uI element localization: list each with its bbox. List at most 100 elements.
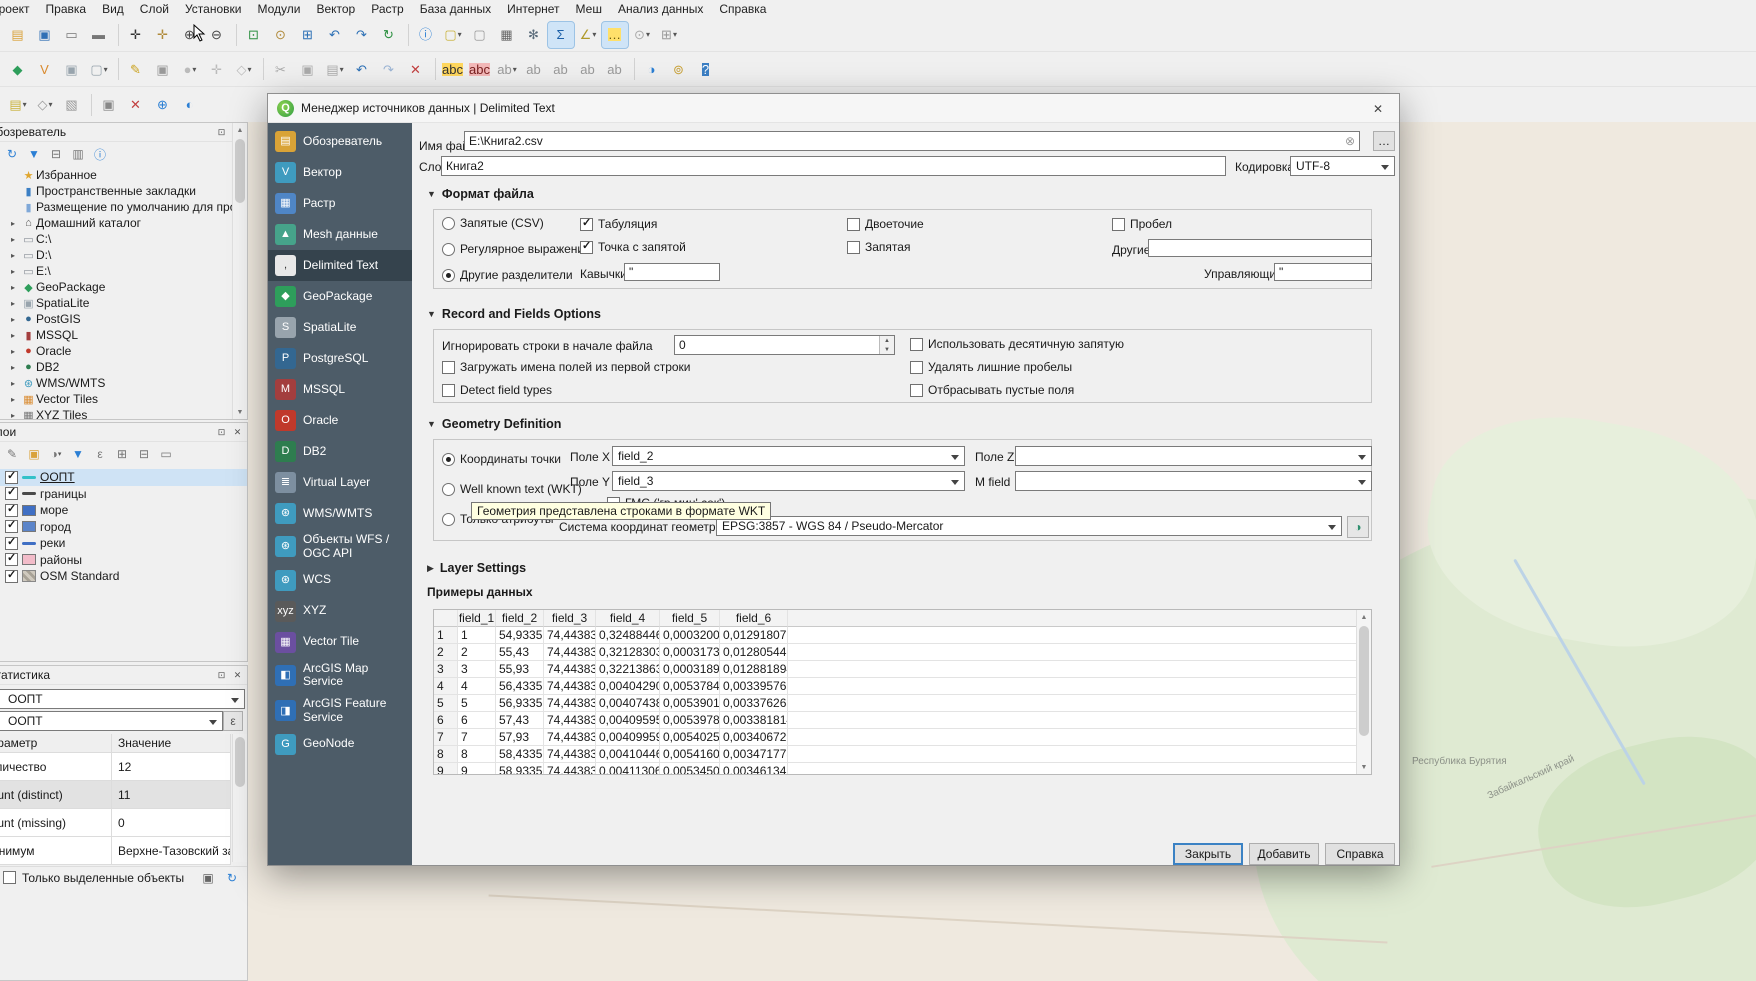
detect-field-types-checkbox[interactable]: Detect field types	[442, 383, 552, 397]
layer-labeling-icon[interactable]: abc	[440, 56, 466, 82]
refresh-statistics-icon[interactable]: ↻	[223, 869, 241, 887]
identify-features-icon[interactable]: ⓘ	[413, 22, 439, 48]
layer-visibility-checkbox[interactable]	[5, 537, 18, 550]
new-project-icon[interactable]: ▯	[0, 22, 4, 48]
browser-item[interactable]: ▸ ● PostGIS	[0, 311, 232, 327]
layer-diagram-icon[interactable]: abc	[467, 56, 493, 82]
remove-layer-icon[interactable]: ✕	[123, 92, 149, 118]
layer-item[interactable]: реки	[0, 535, 247, 552]
separator[interactable]	[113, 56, 122, 82]
web-plugin-icon[interactable]: ⊚	[666, 56, 692, 82]
sample-table-row[interactable]: 8 8 58,43351 74,443838 0,004104461 0,005…	[434, 746, 1371, 763]
encoding-combo[interactable]: UTF-8	[1290, 156, 1395, 176]
separator[interactable]	[231, 22, 240, 48]
layer-settings-section-header[interactable]: ▶ Layer Settings	[427, 561, 526, 575]
statistics-row[interactable]: Количество 12	[0, 753, 231, 781]
sample-table-row[interactable]: 6 6 57,43 74,443838 0,004095957 0,005397…	[434, 712, 1371, 729]
open-project-icon[interactable]: ▤	[5, 22, 31, 48]
paste-features-icon[interactable]: ▤ ▾	[322, 56, 348, 82]
browser-panel-header[interactable]: Обозреватель ⊡ ✕	[0, 123, 247, 142]
search-icon[interactable]: ⊙ ▾	[629, 22, 655, 48]
filter-expression-icon[interactable]: ε	[91, 445, 109, 463]
add-button[interactable]: Добавить	[1249, 843, 1319, 865]
digitize-icon[interactable]: ● ▾	[177, 56, 203, 82]
sample-table-row[interactable]: 9 9 58,93351 74,443838 0,004113065 0,005…	[434, 763, 1371, 775]
copy-style-icon[interactable]: ▣	[96, 92, 122, 118]
menu-item[interactable]: Установки	[177, 0, 249, 18]
browser-info-icon[interactable]: ⓘ	[91, 145, 109, 163]
close-panel-icon[interactable]: ✕	[231, 426, 244, 439]
sidebar-item-geopackage[interactable]: ◆ GeoPackage	[268, 281, 412, 312]
browser-item[interactable]: ★ Избранное	[0, 167, 232, 183]
separator[interactable]	[403, 22, 412, 48]
m-field-combo[interactable]	[1015, 471, 1372, 491]
y-field-combo[interactable]: field_3	[612, 471, 965, 491]
toggle-editing-icon[interactable]: ✎	[123, 56, 149, 82]
current-edits-icon[interactable]: ✎ ▾	[0, 56, 4, 82]
expander-icon[interactable]: ▸	[11, 315, 21, 324]
expander-icon[interactable]: ▸	[11, 379, 21, 388]
sidebar-item-virtual-layer[interactable]: ≣ Virtual Layer	[268, 467, 412, 498]
sidebar-item-arcgis-map-service[interactable]: ◧ ArcGIS Map Service	[268, 658, 412, 694]
sidebar-item-mssql[interactable]: M MSSQL	[268, 374, 412, 405]
sidebar-item-geonode[interactable]: G GeoNode	[268, 729, 412, 760]
remove-layer-icon[interactable]: ▭	[157, 445, 175, 463]
help-contents-icon[interactable]: ?	[693, 56, 719, 82]
layer-visibility-checkbox[interactable]	[5, 553, 18, 566]
menu-item[interactable]: Растр	[363, 0, 411, 18]
save-project-icon[interactable]: ▣	[32, 22, 58, 48]
sidebar-item-delimited-text[interactable]: , Delimited Text	[268, 250, 412, 281]
menu-item[interactable]: Проект	[0, 0, 38, 18]
expander-icon[interactable]: ▸	[11, 251, 21, 260]
pan-to-selection-icon[interactable]: ✛	[150, 22, 176, 48]
scroll-up-icon[interactable]: ▲	[233, 123, 247, 137]
space-checkbox[interactable]: Пробел	[1112, 217, 1172, 231]
layer-visibility-checkbox[interactable]	[5, 520, 18, 533]
open-attribute-table-icon[interactable]: ▦	[494, 22, 520, 48]
properties-widget-icon[interactable]: ▥	[69, 145, 87, 163]
sample-table-row[interactable]: 5 5 56,93351 74,443838 0,004074382 0,005…	[434, 695, 1371, 712]
expander-icon[interactable]: ▸	[11, 347, 21, 356]
menu-item[interactable]: Модули	[249, 0, 308, 18]
expander-icon[interactable]: ▸	[11, 219, 21, 228]
options-icon[interactable]: ✻	[521, 22, 547, 48]
statistics-icon[interactable]: Σ	[548, 22, 574, 48]
sidebar-item-db2[interactable]: D DB2	[268, 436, 412, 467]
sample-table-row[interactable]: 7 7 57,93 74,443838 0,004099593 0,005402…	[434, 729, 1371, 746]
statistics-row[interactable]: Минимум Верхне-Тазовский заповед	[0, 837, 231, 865]
clear-input-icon[interactable]: ⊗	[1345, 134, 1355, 148]
browser-item[interactable]: ▸ ▭ E:\	[0, 263, 232, 279]
sidebar-item-wfs-ogc-api[interactable]: ⊛ Объекты WFS / OGC API	[268, 529, 412, 565]
menu-item[interactable]: Меш	[568, 0, 610, 18]
zoom-full-icon[interactable]: ⊡	[241, 22, 267, 48]
expander-icon[interactable]: ▸	[11, 363, 21, 372]
float-panel-icon[interactable]: ⊡	[215, 426, 228, 439]
browser-item[interactable]: ▸ ▦ Vector Tiles	[0, 391, 232, 407]
temporal-controller-icon[interactable]: ◐	[177, 92, 203, 118]
layer-visibility-checkbox[interactable]	[5, 487, 18, 500]
browser-item[interactable]: ▸ ▦ XYZ Tiles	[0, 407, 232, 419]
metasearch-icon[interactable]: ◑	[639, 56, 665, 82]
move-label-icon[interactable]: ab	[548, 56, 574, 82]
statistics-row[interactable]: Count (distinct) 11	[0, 781, 231, 809]
first-row-headers-checkbox[interactable]: Загружать имена полей из первой строки	[442, 360, 691, 374]
comma-checkbox[interactable]: Запятая	[847, 240, 910, 254]
zoom-last-icon[interactable]: ↶	[322, 22, 348, 48]
zoom-to-selection-icon[interactable]: ⊙	[268, 22, 294, 48]
delete-selected-icon[interactable]: ✕	[403, 56, 429, 82]
select-by-form-icon[interactable]: ▤ ▾	[5, 92, 31, 118]
layer-visibility-checkbox[interactable]	[5, 570, 18, 583]
dialog-close-button[interactable]: ✕	[1357, 94, 1399, 123]
sidebar-item-postgresql[interactable]: P PostgreSQL	[268, 343, 412, 374]
menu-item[interactable]: Интернет	[499, 0, 567, 18]
browser-item[interactable]: ▸ ▣ SpatiaLite	[0, 295, 232, 311]
filter-browser-icon[interactable]: ▼	[25, 145, 43, 163]
separator[interactable]	[430, 56, 439, 82]
browser-item[interactable]: ▮ Пространственные закладки	[0, 183, 232, 199]
select-features-icon[interactable]: ▢ ▾	[440, 22, 466, 48]
cut-features-icon[interactable]: ✂	[268, 56, 294, 82]
sidebar-item-wms-wmts[interactable]: ⊛ WMS/WMTS	[268, 498, 412, 529]
print-layout-icon[interactable]: ▭	[59, 22, 85, 48]
browser-item[interactable]: ▸ ▮ MSSQL	[0, 327, 232, 343]
move-feature-icon[interactable]: ✛	[204, 56, 230, 82]
